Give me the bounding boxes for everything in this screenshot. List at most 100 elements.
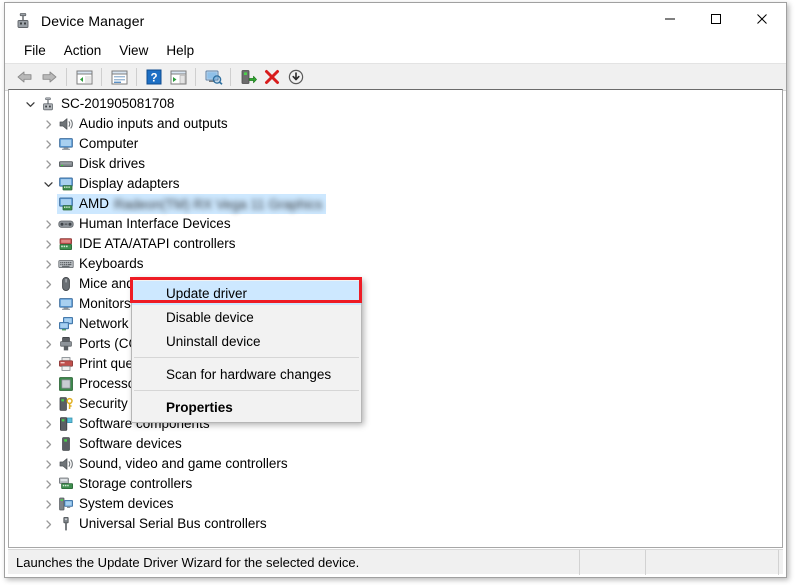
chevron-right-icon[interactable]	[39, 494, 57, 514]
disable-device-icon[interactable]	[284, 65, 308, 89]
selected-device-label: AMD	[79, 196, 109, 211]
keyboard-icon	[57, 256, 74, 273]
tree-row-mice-and-other-pointing-devices[interactable]: Mice and other pointing devices	[9, 274, 782, 294]
tree-root-label: SC-201905081708	[61, 96, 175, 111]
software-component-icon	[57, 416, 74, 433]
chevron-right-icon[interactable]	[39, 154, 57, 174]
tree-row-monitors[interactable]: Monitors	[9, 294, 782, 314]
chevron-down-icon[interactable]	[39, 174, 57, 194]
tree-row-storage-controllers[interactable]: Storage controllers	[9, 474, 782, 494]
chevron-right-icon[interactable]	[39, 294, 57, 314]
show-hide-console-tree-icon[interactable]	[72, 65, 96, 89]
uninstall-device-icon[interactable]	[260, 65, 284, 89]
monitor-icon	[57, 296, 74, 313]
tree-item-label: Storage controllers	[79, 476, 193, 491]
monitor-icon	[57, 136, 74, 153]
device-manager-icon	[17, 13, 29, 28]
tree-row-universal-serial-bus-controllers[interactable]: Universal Serial Bus controllers	[9, 514, 782, 534]
menu-help[interactable]: Help	[157, 41, 203, 61]
device-tree: SC-201905081708 Audio inputs and outputs	[9, 90, 782, 534]
tree-row-computer[interactable]: Computer	[9, 134, 782, 154]
chevron-right-icon[interactable]	[39, 314, 57, 334]
security-device-icon	[57, 396, 74, 413]
chevron-right-icon[interactable]	[39, 234, 57, 254]
computer-root-icon	[39, 96, 56, 113]
tree-item-label: Keyboards	[79, 256, 144, 271]
tree-row-sound-video-and-game-controllers[interactable]: Sound, video and game controllers	[9, 454, 782, 474]
chevron-right-icon[interactable]	[39, 254, 57, 274]
chevron-right-icon[interactable]	[39, 434, 57, 454]
processor-icon	[57, 376, 74, 393]
scan-hardware-changes-icon[interactable]	[201, 65, 225, 89]
tree-row-audio-inputs-and-outputs[interactable]: Audio inputs and outputs	[9, 114, 782, 134]
tree-row-keyboards[interactable]: Keyboards	[9, 254, 782, 274]
menu-view[interactable]: View	[110, 41, 157, 61]
tree-item-label: Audio inputs and outputs	[79, 116, 228, 131]
menu-file[interactable]: File	[15, 41, 55, 61]
mouse-icon	[57, 276, 74, 293]
context-menu: Update driver Disable device Uninstall d…	[131, 278, 362, 423]
tree-item-label: Software devices	[79, 436, 182, 451]
printer-icon	[57, 356, 74, 373]
properties-icon[interactable]	[107, 65, 131, 89]
chevron-right-icon[interactable]	[39, 514, 57, 534]
menu-action[interactable]: Action	[55, 41, 111, 61]
context-menu-item-update-driver[interactable]: Update driver	[132, 281, 361, 305]
tree-row-ide-ata-atapi-controllers[interactable]: IDE ATA/ATAPI controllers	[9, 234, 782, 254]
display-adapter-icon	[57, 176, 74, 193]
context-menu-item-disable-device[interactable]: Disable device	[132, 305, 361, 329]
minimize-button[interactable]	[647, 3, 693, 34]
context-menu-item-properties[interactable]: Properties	[132, 395, 361, 419]
tree-row-network-adapters[interactable]: Network adapters	[9, 314, 782, 334]
status-pane-2	[580, 549, 646, 575]
context-menu-separator	[134, 390, 359, 391]
chevron-right-icon[interactable]	[39, 134, 57, 154]
update-driver-icon[interactable]	[236, 65, 260, 89]
tree-item-label: Computer	[79, 136, 139, 151]
system-device-icon	[57, 496, 74, 513]
speaker-icon	[57, 116, 74, 133]
context-menu-separator	[134, 357, 359, 358]
chevron-right-icon[interactable]	[39, 474, 57, 494]
tree-row-display-adapters[interactable]: Display adapters	[9, 174, 782, 194]
tree-row-selected-device[interactable]: AMD Radeon(TM) RX Vega 11 Graphics	[9, 194, 782, 214]
chevron-right-icon[interactable]	[39, 354, 57, 374]
tree-row-software-devices[interactable]: Software devices	[9, 434, 782, 454]
chevron-right-icon[interactable]	[39, 394, 57, 414]
tree-row-root[interactable]: SC-201905081708	[9, 94, 782, 114]
ide-controller-icon	[57, 236, 74, 253]
tree-row-software-components[interactable]: Software components	[9, 414, 782, 434]
show-hide-action-pane-icon[interactable]	[166, 65, 190, 89]
chevron-right-icon[interactable]	[39, 214, 57, 234]
chevron-right-icon[interactable]	[39, 114, 57, 134]
tree-row-processors[interactable]: Processors	[9, 374, 782, 394]
tree-row-print-queues[interactable]: Print queues	[9, 354, 782, 374]
chevron-right-icon[interactable]	[39, 334, 57, 354]
tree-row-human-interface-devices[interactable]: Human Interface Devices	[9, 214, 782, 234]
help-icon[interactable]: ?	[142, 65, 166, 89]
chevron-right-icon[interactable]	[39, 374, 57, 394]
disk-drive-icon	[57, 156, 74, 173]
chevron-right-icon[interactable]	[39, 414, 57, 434]
toolbar-separator	[136, 68, 137, 86]
context-menu-item-scan-for-hardware-changes[interactable]: Scan for hardware changes	[132, 362, 361, 386]
tree-item-label: Human Interface Devices	[79, 216, 231, 231]
tree-row-ports[interactable]: Ports (COM & LPT)	[9, 334, 782, 354]
toolbar-separator	[101, 68, 102, 86]
selected-device-label-obscured: Radeon(TM) RX Vega 11 Graphics	[114, 196, 323, 212]
chevron-down-icon[interactable]	[21, 94, 39, 114]
maximize-button[interactable]	[693, 3, 739, 34]
tree-row-security-devices[interactable]: Security devices	[9, 394, 782, 414]
forward-icon[interactable]	[37, 65, 61, 89]
selected-device-highlight: AMD Radeon(TM) RX Vega 11 Graphics	[57, 194, 327, 214]
context-menu-item-uninstall-device[interactable]: Uninstall device	[132, 329, 361, 353]
menu-bar: File Action View Help	[5, 39, 786, 63]
tree-row-system-devices[interactable]: System devices	[9, 494, 782, 514]
network-adapter-icon	[57, 316, 74, 333]
close-button[interactable]	[739, 3, 785, 34]
chevron-right-icon[interactable]	[39, 454, 57, 474]
back-icon[interactable]	[13, 65, 37, 89]
tree-row-disk-drives[interactable]: Disk drives	[9, 154, 782, 174]
chevron-right-icon[interactable]	[39, 274, 57, 294]
status-pane-3	[646, 549, 779, 575]
